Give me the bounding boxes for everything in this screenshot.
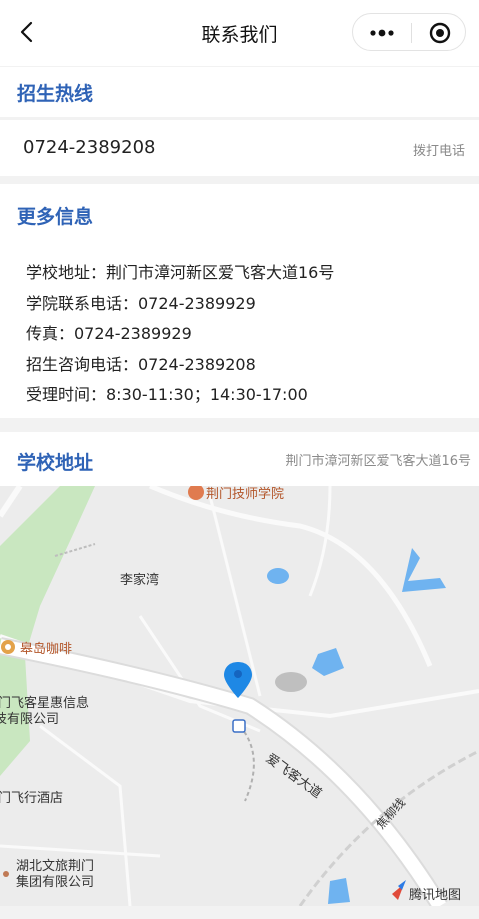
address-text: 荆门市漳河新区爱飞客大道16号 [285, 454, 471, 469]
school-map[interactable]: 荆门技师学院 李家湾 皋岛咖啡 门飞客星惠信息 技有限公司 门飞行酒店 湖北文旅… [0, 486, 479, 906]
info-admission-phone: 招生咨询电话：0724-2389208 [26, 355, 256, 374]
address-header: 学校地址 荆门市漳河新区爱飞客大道16号 [0, 432, 479, 486]
info-hours: 受理时间：8:30-11:30；14:30-17:00 [26, 385, 308, 404]
map-label-hotel: 门飞行酒店 [0, 791, 64, 806]
capsule-divider [411, 23, 412, 43]
hotline-header: 招生热线 [0, 67, 479, 117]
more-options-icon[interactable] [367, 23, 397, 43]
hotline-panel: 0724-2389208 拨打电话 [0, 120, 479, 176]
address-heading: 学校地址 [17, 452, 94, 474]
bottom-strip [0, 906, 479, 919]
map-label-company1-line2: 技有限公司 [0, 712, 60, 727]
info-college-phone: 学院联系电话：0724-2389929 [26, 294, 256, 313]
more-info-panel: 学校地址：荆门市漳河新区爱飞客大道16号 学院联系电话：0724-2389929… [0, 234, 479, 418]
more-info-header: 更多信息 [0, 184, 479, 234]
nav-bar: 联系我们 [0, 0, 479, 66]
hotline-phone: 0724-2389208 [23, 137, 156, 158]
hotline-heading: 招生热线 [17, 83, 94, 105]
info-address: 学校地址：荆门市漳河新区爱飞客大道16号 [26, 263, 335, 282]
map-label-village: 李家湾 [120, 573, 160, 588]
mini-program-capsule [352, 13, 466, 51]
map-label-cafe: 皋岛咖啡 [20, 642, 73, 657]
map-label-company2-line2: 集团有限公司 [16, 875, 95, 890]
close-mini-program-icon[interactable] [429, 22, 451, 44]
info-fax: 传真：0724-2389929 [26, 324, 192, 343]
more-info-heading: 更多信息 [17, 206, 94, 228]
map-brand: 腾讯地图 [409, 888, 462, 903]
call-button[interactable]: 拨打电话 [413, 140, 465, 159]
map-label-school: 荆门技师学院 [206, 487, 285, 502]
